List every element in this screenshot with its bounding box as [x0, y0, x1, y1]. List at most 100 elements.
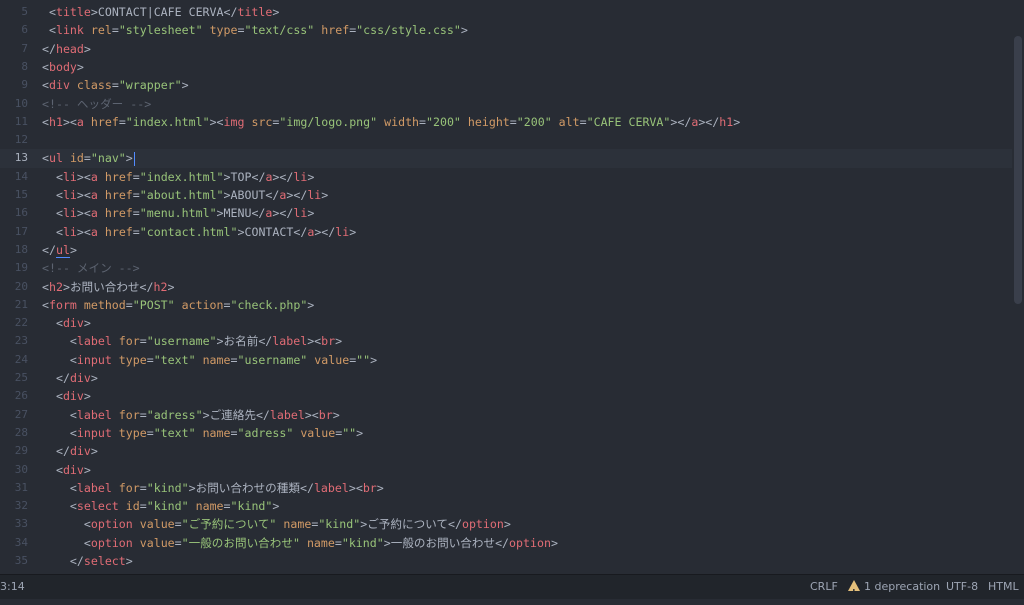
code-line[interactable]: 31 <label for="kind">お問い合わせの種類</label><b…	[0, 479, 1012, 497]
code-attribute: id	[69, 151, 84, 166]
code-content: <li><a href="contact.html">CONTACT</a></…	[42, 223, 356, 241]
code-line[interactable]: 9 <div class="wrapper">	[0, 76, 1012, 94]
code-tag-name: li	[293, 206, 308, 221]
cursor-position[interactable]: 3:14	[0, 575, 25, 599]
code-text: CONTACT|CAFE CERVA	[97, 5, 224, 19]
code-punctuation: >	[83, 316, 91, 331]
code-line[interactable]: 32 <select id="kind" name="kind">	[0, 497, 1012, 515]
code-line[interactable]: 10 <!-- ヘッダー -->	[0, 95, 1012, 113]
code-content: <option value="ご予約について" name="kind">ご予約に…	[42, 515, 511, 533]
line-number: 32	[14, 499, 28, 513]
code-punctuation: </	[265, 188, 280, 202]
code-punctuation: </	[495, 535, 510, 550]
code-content: <link rel="stylesheet" type="text/css" h…	[42, 21, 468, 39]
code-punctuation: </	[223, 5, 238, 19]
code-attribute: type	[118, 352, 147, 367]
code-line[interactable]: 11 <h1><a href="index.html"><img src="img…	[0, 113, 1012, 131]
code-line[interactable]: 27 <label for="adress">ご連絡先</label><br>	[0, 406, 1012, 424]
line-number: 12	[14, 133, 28, 147]
code-string: "200"	[516, 114, 552, 129]
line-number: 24	[14, 352, 28, 366]
code-line[interactable]: 20 <h2>お問い合わせ</h2>	[0, 278, 1012, 296]
line-number: 23	[14, 334, 28, 348]
code-attribute: type	[118, 425, 147, 440]
code-punctuation: >	[332, 407, 340, 422]
code-line[interactable]: 6 <link rel="stylesheet" type="text/css"…	[0, 21, 1012, 39]
code-attribute: name	[283, 517, 312, 532]
grammar-selector[interactable]: HTML	[988, 575, 1019, 599]
code-content: <label for="username">お名前</label><br>	[42, 332, 342, 350]
code-string: "username"	[146, 334, 217, 349]
code-line[interactable]: 8 <body>	[0, 58, 1012, 76]
code-line[interactable]: 12	[0, 131, 1012, 149]
code-line[interactable]: 33 <option value="ご予約について" name="kind">ご…	[0, 515, 1012, 533]
code-content: <body>	[42, 58, 84, 76]
code-content: <form method="POST" action="check.php">	[42, 296, 314, 314]
line-ending-selector[interactable]: CRLF	[810, 575, 838, 599]
code-line[interactable]: 7 </head>	[0, 40, 1012, 58]
code-punctuation: <	[69, 352, 77, 367]
code-line[interactable]: 22 <div>	[0, 314, 1012, 332]
code-punctuation: </	[255, 407, 270, 422]
code-tag-name: label	[313, 480, 349, 495]
code-line[interactable]: 26 <div>	[0, 387, 1012, 405]
code-tag-name: br	[362, 480, 377, 495]
code-line[interactable]: 29 </div>	[0, 442, 1012, 460]
code-tag-name: li	[62, 206, 77, 221]
deprecation-indicator[interactable]: 1 deprecation	[848, 575, 940, 605]
code-tag-name: img	[223, 114, 245, 129]
code-line[interactable]: 34 <option value="一般のお問い合わせ" name="kind"…	[0, 534, 1012, 552]
code-line[interactable]: 28 <input type="text" name="adress" valu…	[0, 424, 1012, 442]
code-attribute: value	[139, 535, 175, 550]
code-content: </div>	[42, 442, 98, 460]
line-number: 9	[21, 78, 28, 92]
code-line[interactable]: 18 </ul>	[0, 241, 1012, 259]
code-line[interactable]: 19 <!-- メイン -->	[0, 259, 1012, 277]
code-line[interactable]: 16 <li><a href="menu.html">MENU</a></li>	[0, 204, 1012, 222]
code-content: <li><a href="about.html">ABOUT</a></li>	[42, 186, 328, 204]
code-editor[interactable]: 5 <title>CONTACT|CAFE CERVA</title> 6 <li…	[0, 0, 1024, 572]
code-line[interactable]: 23 <label for="username">お名前</label><br>	[0, 332, 1012, 350]
code-line[interactable]: 5 <title>CONTACT|CAFE CERVA</title>	[0, 3, 1012, 21]
line-number: 30	[14, 462, 28, 476]
code-tag-name: label	[76, 407, 112, 422]
code-punctuation: =	[579, 114, 587, 129]
line-number: 31	[14, 480, 28, 494]
vertical-scrollbar[interactable]	[1014, 36, 1022, 304]
code-line[interactable]: 21 <form method="POST" action="check.php"…	[0, 296, 1012, 314]
code-line[interactable]: 24 <input type="text" name="username" va…	[0, 351, 1012, 369]
encoding-selector[interactable]: UTF-8	[946, 575, 978, 599]
code-punctuation: >	[216, 206, 224, 221]
code-line[interactable]: 13 <ul id="nav">	[0, 149, 1012, 168]
warning-triangle-icon	[848, 580, 860, 605]
code-punctuation: ></	[272, 169, 294, 184]
code-punctuation: </	[55, 371, 70, 385]
code-string: "index.html"	[139, 169, 224, 184]
code-line[interactable]: 15 <li><a href="about.html">ABOUT</a></l…	[0, 186, 1012, 204]
code-punctuation: =	[146, 352, 154, 367]
code-content: <!-- ヘッダー -->	[42, 95, 151, 113]
code-punctuation: >	[125, 151, 133, 166]
code-punctuation: =	[174, 535, 182, 550]
code-content: <label for="kind">お問い合わせの種類</label><br>	[42, 479, 384, 497]
code-line[interactable]: 14 <li><a href="index.html">TOP</a></li>	[0, 168, 1012, 186]
code-line[interactable]: 30 <div>	[0, 461, 1012, 479]
code-punctuation: >	[83, 389, 91, 404]
code-punctuation: >	[370, 352, 378, 367]
line-number: 18	[14, 242, 28, 256]
code-tag-name: div	[48, 78, 70, 93]
code-line[interactable]: 25 </div>	[0, 369, 1012, 387]
code-content: </select>	[42, 552, 133, 570]
code-line[interactable]: 17 <li><a href="contact.html">CONTACT</a…	[0, 223, 1012, 241]
code-tag-name: option	[90, 535, 133, 550]
line-number: 33	[14, 517, 28, 531]
code-line[interactable]: 35 </select>	[0, 552, 1012, 570]
